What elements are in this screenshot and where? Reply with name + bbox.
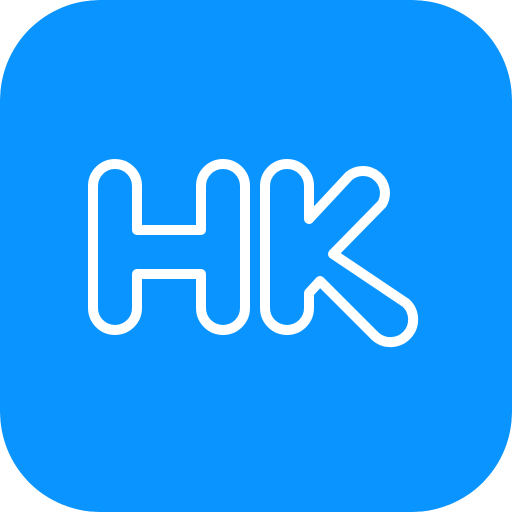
app-icon-tile: HK: [0, 0, 512, 512]
hk-logo-icon: [0, 0, 512, 512]
app-icon: HK: [0, 0, 512, 512]
icon-background: [0, 0, 512, 512]
